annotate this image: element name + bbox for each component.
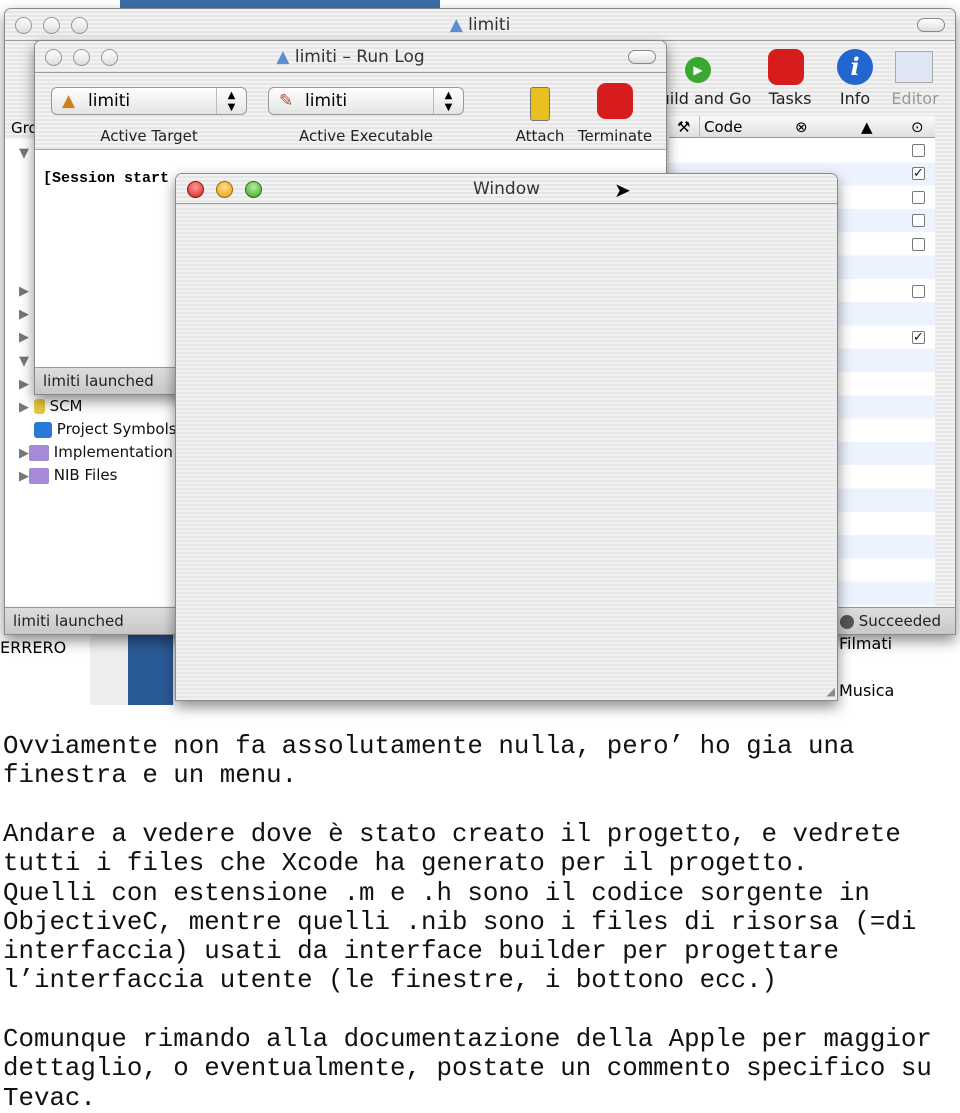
toolbar-toggle-button[interactable] <box>917 18 945 32</box>
mouse-cursor-icon: ➤ <box>614 178 631 202</box>
active-executable-popup[interactable]: ✎ limiti ▲ ▼ <box>268 87 464 115</box>
bug-spray-icon <box>530 87 550 121</box>
executable-icon: ✎ <box>279 91 294 111</box>
tree-item-scm[interactable]: ▶ SCM <box>19 397 83 415</box>
window-title: Window <box>472 179 541 199</box>
build-and-go-icon: ▶ <box>685 57 711 83</box>
close-button[interactable] <box>15 17 32 34</box>
disclosure-triangle[interactable]: ▶ <box>19 330 29 345</box>
editor-icon <box>895 51 933 83</box>
attach-button[interactable]: Attach <box>513 81 567 145</box>
checkbox[interactable] <box>912 214 925 227</box>
zoom-button[interactable] <box>245 181 262 198</box>
toolbar-tasks[interactable]: Tasks <box>760 49 820 114</box>
project-icon: ▲ <box>449 15 469 35</box>
log-text: [Session start <box>43 170 170 187</box>
active-target-label: Active Target <box>100 127 198 145</box>
paragraph: Ovviamente non fa assolutamente nulla, p… <box>3 732 855 791</box>
title-bar[interactable]: Window <box>176 174 837 204</box>
window-title: limiti – Run Log <box>294 47 425 67</box>
column-code[interactable]: Code <box>699 116 742 138</box>
zoom-button[interactable] <box>101 49 118 66</box>
smart-folder-icon <box>29 444 49 461</box>
checkbox[interactable] <box>912 285 925 298</box>
hammer-icon[interactable]: ⚒ <box>677 116 690 138</box>
tree-item-nib-files[interactable]: ▶ NIB Files <box>19 466 117 484</box>
stop-icon <box>597 83 633 119</box>
terminate-button[interactable]: Terminate <box>575 81 655 145</box>
paragraph: Comunque rimando alla documentazione del… <box>3 1025 932 1113</box>
toolbar-info[interactable]: i Info <box>827 49 883 114</box>
minimize-button[interactable] <box>43 17 60 34</box>
checkbox[interactable]: ✓ <box>912 167 925 180</box>
disclosure-triangle[interactable]: ▶ <box>19 284 29 299</box>
minimize-button[interactable] <box>216 181 233 198</box>
disclosure-triangle[interactable]: ▶ <box>19 307 29 322</box>
finder-column-fragment <box>90 630 175 705</box>
build-status: Succeeded <box>839 608 941 634</box>
tree-item-implementation[interactable]: ▶ Implementation <box>19 443 173 461</box>
toolbar-toggle-button[interactable] <box>628 50 656 64</box>
target-icon[interactable]: ⊙ <box>911 116 924 138</box>
checkbox[interactable]: ✓ <box>912 331 925 344</box>
zoom-button[interactable] <box>71 17 88 34</box>
title-bar[interactable]: ▲ limiti <box>5 9 955 41</box>
title-bar[interactable]: ▲ limiti – Run Log <box>35 41 666 73</box>
paragraph: Andare a vedere dove è stato creato il p… <box>3 820 917 996</box>
toolbar-editor[interactable]: Editor <box>885 49 945 114</box>
active-executable-label: Active Executable <box>298 127 434 145</box>
stop-tasks-icon <box>768 49 804 85</box>
smart-folder-icon <box>29 467 49 484</box>
finder-item-musica[interactable]: Musica <box>839 681 894 700</box>
stepper-arrows-icon: ▲ ▼ <box>433 88 463 114</box>
stepper-arrows-icon: ▲ ▼ <box>216 88 246 114</box>
scm-icon <box>33 399 45 414</box>
close-button[interactable] <box>45 49 62 66</box>
finder-item-filmati[interactable]: Filmati <box>839 634 892 653</box>
target-icon: ▲ <box>62 91 76 111</box>
close-button[interactable] <box>187 181 204 198</box>
disclosure-triangle[interactable]: ▶ <box>19 377 29 392</box>
disclosure-triangle[interactable]: ▼ <box>19 146 29 161</box>
status-text: limiti launched <box>13 612 124 630</box>
active-target-popup[interactable]: ▲ limiti ▲ ▼ <box>51 87 247 115</box>
tree-item-project-symbols[interactable]: Project Symbols <box>34 420 177 438</box>
project-icon: ▲ <box>276 47 295 67</box>
info-icon: i <box>837 49 873 85</box>
checkbox[interactable] <box>912 144 925 157</box>
error-icon[interactable]: ⊗ <box>795 116 808 138</box>
resize-grip-icon[interactable]: ◢ <box>827 685 835 698</box>
table-header: ⚒ Code ⊗ ▲ ⊙ <box>669 116 935 138</box>
cube-icon <box>34 421 52 438</box>
app-window: Window ◢ <box>175 173 838 701</box>
disclosure-triangle[interactable]: ▼ <box>19 354 29 369</box>
window-title: limiti <box>468 15 511 35</box>
finder-item-errero[interactable]: ERRERO <box>0 638 66 657</box>
checkbox[interactable] <box>912 191 925 204</box>
status-text: limiti launched <box>43 372 154 390</box>
minimize-button[interactable] <box>73 49 90 66</box>
checkbox[interactable] <box>912 238 925 251</box>
warning-icon[interactable]: ▲ <box>861 116 873 138</box>
build-result-icon <box>839 614 854 629</box>
